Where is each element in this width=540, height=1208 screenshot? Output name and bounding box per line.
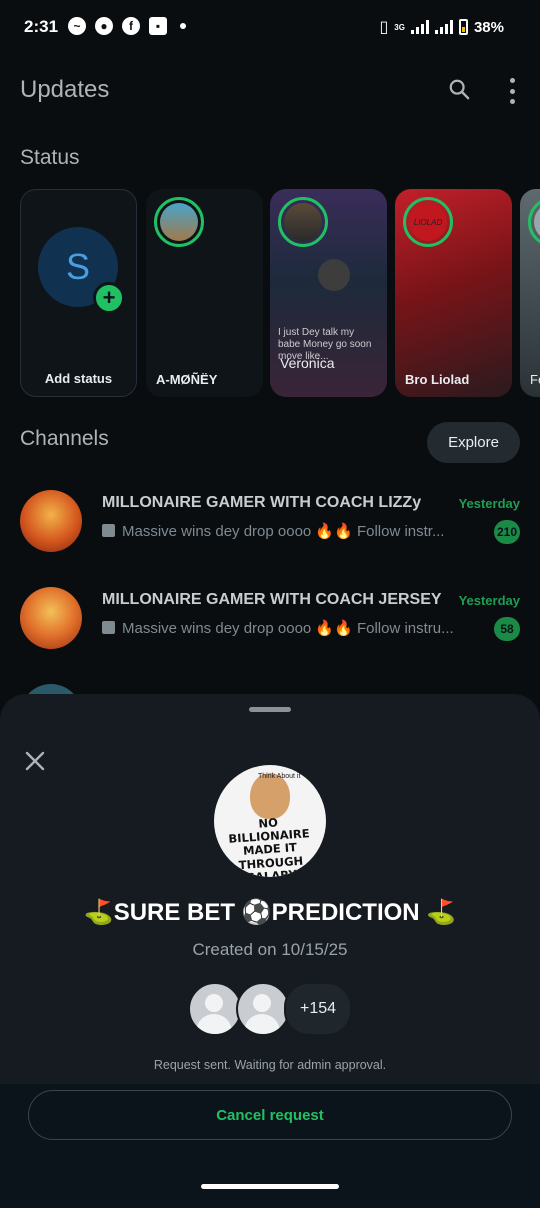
member-count: +154 <box>284 982 352 1036</box>
home-indicator[interactable] <box>201 1184 339 1189</box>
status-card-label: Veronica <box>280 355 335 371</box>
channel-item[interactable]: MILLONAIRE GAMER WITH COACH JERSEY Massi… <box>20 585 520 655</box>
request-status-note: Request sent. Waiting for admin approval… <box>153 1058 387 1072</box>
sheet-footer: Cancel request <box>0 1084 540 1208</box>
status-carousel[interactable]: S + Add status A-MØÑËY I just Dey talk m… <box>20 189 540 397</box>
messenger-icon: ~ <box>68 17 86 35</box>
channel-title: ⛳SURE BET ⚽PREDICTION ⛳ <box>83 899 457 926</box>
status-section-title: Status <box>20 146 80 169</box>
channel-time: Yesterday <box>458 496 520 511</box>
status-card-label: A-MØÑËY <box>156 372 218 387</box>
emoji-sticker <box>318 259 350 291</box>
more-options-icon[interactable] <box>508 78 516 104</box>
status-ring <box>528 197 540 247</box>
channel-avatar-large: Think About it NO BILLIONAIRE MADE IT TH… <box>214 765 326 877</box>
chat-bubble-icon: ● <box>95 17 113 35</box>
channel-preview: Massive wins dey drop oooo 🔥🔥 Follow ins… <box>102 619 470 637</box>
status-ring: LIOLAD <box>403 197 453 247</box>
created-date: Created on 10/15/25 <box>192 940 348 959</box>
clock: 2:31 <box>24 17 59 36</box>
signal-icon <box>410 20 429 34</box>
channel-name: MILLONAIRE GAMER WITH COACH JERSEY <box>102 591 442 608</box>
status-card[interactable]: LIOLAD Bro Liolad <box>395 189 512 397</box>
image-icon <box>102 524 115 537</box>
unread-badge: 210 <box>493 520 520 544</box>
system-status-bar: 2:31 ~ ● f ▪ ▯ 3G 38% <box>0 0 540 54</box>
battery-level: 38% <box>473 18 504 36</box>
avatar-text: NO BILLIONAIRE MADE IT THROUGH SALARY <box>228 815 311 877</box>
search-icon[interactable] <box>448 78 470 100</box>
channel-preview: Massive wins dey drop oooo 🔥🔥 Follow ins… <box>102 522 470 540</box>
add-status-label: Add status <box>44 371 113 386</box>
channel-join-sheet: Think About it NO BILLIONAIRE MADE IT TH… <box>0 694 540 1208</box>
close-icon[interactable] <box>24 750 46 772</box>
channels-section-title: Channels <box>20 427 109 450</box>
channel-avatar <box>20 587 82 649</box>
facebook-icon: f <box>122 17 140 35</box>
page-title: Updates <box>20 76 110 103</box>
more-notifications-dot <box>180 23 186 29</box>
avatar-bubble-text: Think About it <box>258 773 301 780</box>
channel-avatar <box>20 490 82 552</box>
member-avatar <box>188 982 242 1036</box>
status-card[interactable]: I just Dey talk my babe Money go soon mo… <box>270 189 387 397</box>
channel-time: Yesterday <box>458 593 520 608</box>
status-card[interactable]: Fe <box>520 189 540 397</box>
system-indicators: ▯ 3G 38% <box>379 17 504 37</box>
explore-button[interactable]: Explore <box>427 422 520 463</box>
cancel-request-button[interactable]: Cancel request <box>28 1090 512 1140</box>
network-type: 3G <box>394 22 405 32</box>
status-card-label: Bro Liolad <box>405 372 470 387</box>
member-avatars: +154 <box>188 982 358 1036</box>
add-status-card[interactable]: S + Add status <box>20 189 137 397</box>
notification-icons: ~ ● f ▪ <box>68 17 186 35</box>
unread-badge: 58 <box>494 617 520 641</box>
vibrate-icon: ▯ <box>379 19 389 36</box>
signal-2-icon <box>434 20 453 34</box>
app-icon: ▪ <box>149 17 167 35</box>
member-avatar <box>236 982 290 1036</box>
channel-name: MILLONAIRE GAMER WITH COACH LIZZy <box>102 494 422 511</box>
status-card-label: Fe <box>530 372 540 387</box>
add-icon: + <box>93 282 125 314</box>
image-icon <box>102 621 115 634</box>
status-ring <box>154 197 204 247</box>
status-card[interactable]: A-MØÑËY <box>146 189 263 397</box>
channel-item[interactable]: MILLONAIRE GAMER WITH COACH LIZZy Massiv… <box>20 488 520 558</box>
drag-handle[interactable] <box>249 707 291 712</box>
battery-icon <box>458 19 468 35</box>
status-ring <box>278 197 328 247</box>
app-header: Updates <box>20 70 520 112</box>
